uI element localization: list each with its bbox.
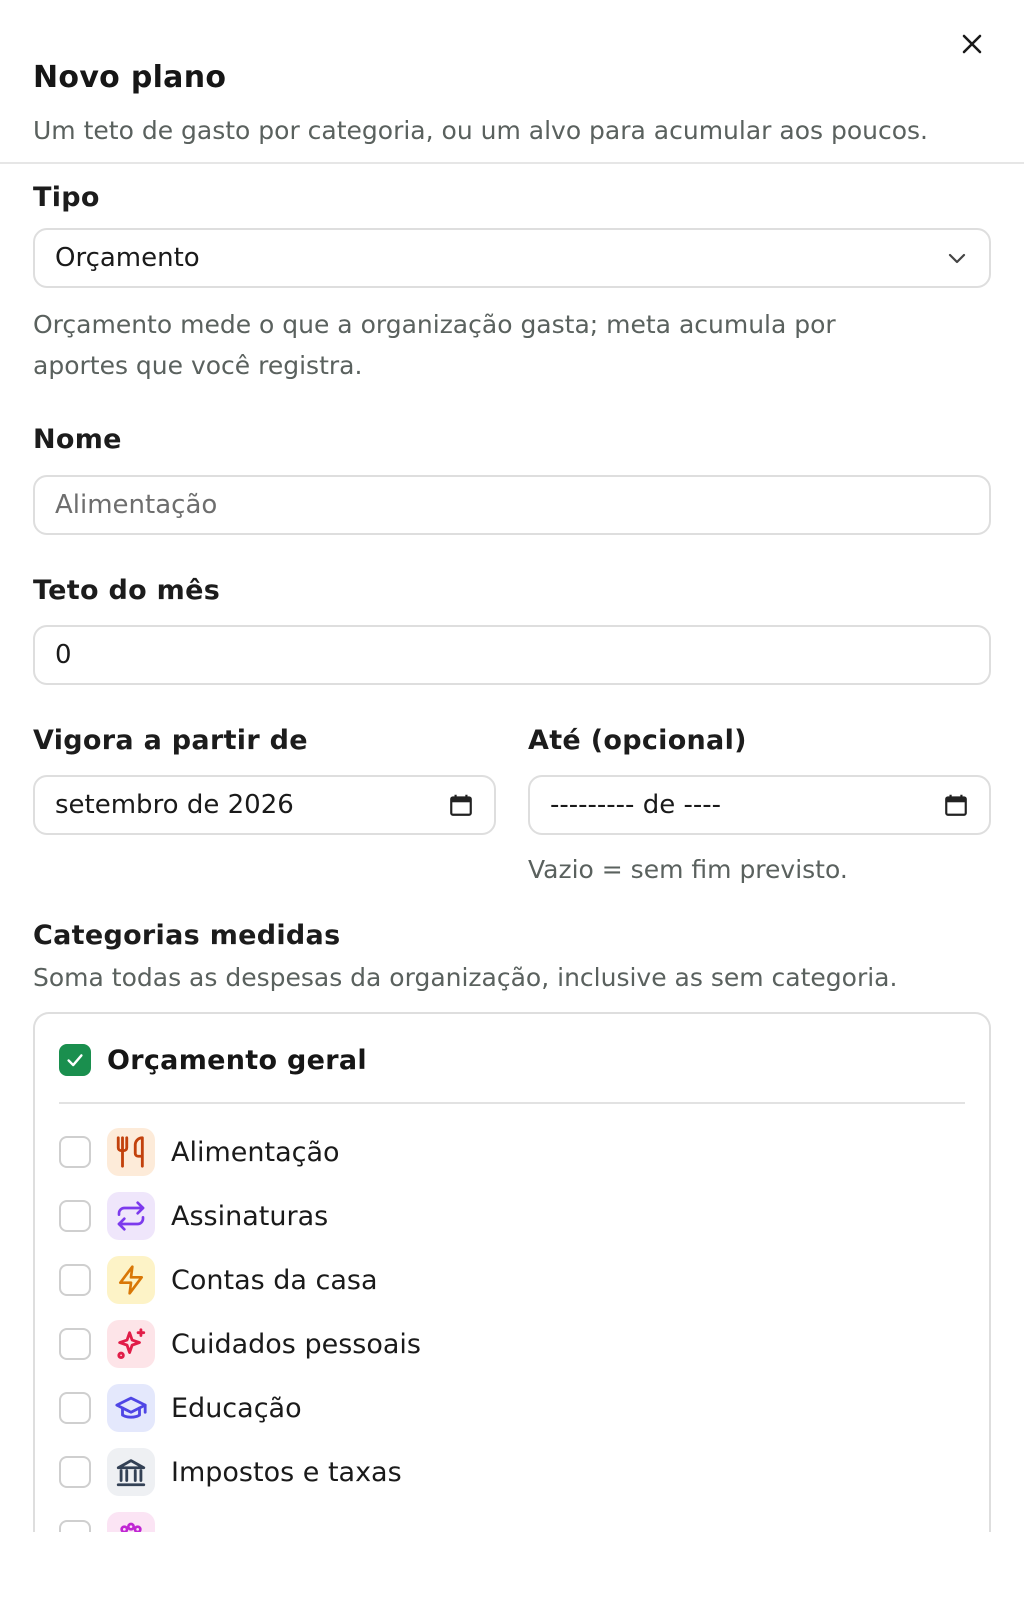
close-icon <box>962 34 982 54</box>
dialog-header: Novo plano Um teto de gasto por categori… <box>0 0 1024 164</box>
category-item-assinaturas[interactable]: Assinaturas <box>59 1184 965 1248</box>
vigora-value: setembro de 2026 <box>55 790 294 820</box>
category-label: Cuidados pessoais <box>171 1328 421 1360</box>
calendar-icon[interactable] <box>448 792 474 818</box>
paw-icon <box>107 1512 155 1532</box>
categories-box: Orçamento geral Alimentação Assinaturas … <box>33 1012 991 1532</box>
category-item-cuidados-pessoais[interactable]: Cuidados pessoais <box>59 1312 965 1376</box>
teto-value: 0 <box>55 640 72 670</box>
category-item-alimentacao[interactable]: Alimentação <box>59 1120 965 1184</box>
check-icon <box>67 1054 83 1067</box>
general-budget-label: Orçamento geral <box>107 1044 367 1076</box>
category-label: Assinaturas <box>171 1200 329 1232</box>
ate-month-input[interactable]: --------- de ---- <box>528 775 991 835</box>
category-item-impostos-e-taxas[interactable]: Impostos e taxas <box>59 1440 965 1504</box>
calendar-icon[interactable] <box>943 792 969 818</box>
category-label: Alimentação <box>171 1136 340 1168</box>
graduation-cap-icon <box>107 1384 155 1432</box>
category-checkbox[interactable] <box>59 1328 91 1360</box>
bank-icon <box>107 1448 155 1496</box>
ate-column: Até (opcional) --------- de ---- Vazio =… <box>528 725 991 890</box>
category-list: Alimentação Assinaturas Contas da casa C… <box>59 1120 965 1532</box>
category-checkbox[interactable] <box>59 1200 91 1232</box>
chevron-down-icon <box>948 253 966 264</box>
vigora-column: Vigora a partir de setembro de 2026 <box>33 725 496 890</box>
plan-form: Tipo Orçamento Orçamento mede o que a or… <box>0 182 1024 1532</box>
ate-help: Vazio = sem fim previsto. <box>528 855 848 884</box>
category-label: Contas da casa <box>171 1264 378 1296</box>
nome-label: Nome <box>33 424 122 455</box>
sparkles-icon <box>107 1320 155 1368</box>
category-item-educacao[interactable]: Educação <box>59 1376 965 1440</box>
category-checkbox[interactable] <box>59 1264 91 1296</box>
category-checkbox[interactable] <box>59 1136 91 1168</box>
tipo-help: Orçamento mede o que a organização gasta… <box>33 310 836 380</box>
category-label: Educação <box>171 1392 302 1424</box>
new-plan-dialog: Novo plano Um teto de gasto por categori… <box>0 0 1024 1620</box>
ate-value: --------- de ---- <box>550 790 721 820</box>
teto-input[interactable]: 0 <box>33 625 991 685</box>
tipo-select-value: Orçamento <box>55 243 200 273</box>
ate-label: Até (opcional) <box>528 725 747 756</box>
close-button[interactable] <box>954 26 990 62</box>
general-budget-checkbox[interactable] <box>59 1044 91 1076</box>
category-item-partial[interactable] <box>59 1504 965 1532</box>
nome-placeholder: Alimentação <box>55 490 218 520</box>
categorias-help: Soma todas as despesas da organização, i… <box>33 963 898 992</box>
lightning-icon <box>107 1256 155 1304</box>
tipo-label: Tipo <box>33 182 100 213</box>
repeat-icon <box>107 1192 155 1240</box>
category-checkbox[interactable] <box>59 1392 91 1424</box>
general-budget-option[interactable]: Orçamento geral <box>59 1038 965 1104</box>
tipo-select[interactable]: Orçamento <box>33 228 991 288</box>
category-checkbox[interactable] <box>59 1520 91 1532</box>
vigora-label: Vigora a partir de <box>33 725 308 756</box>
category-item-contas-da-casa[interactable]: Contas da casa <box>59 1248 965 1312</box>
category-checkbox[interactable] <box>59 1456 91 1488</box>
fork-knife-icon <box>107 1128 155 1176</box>
teto-label: Teto do mês <box>33 575 221 606</box>
dialog-title: Novo plano <box>33 60 227 95</box>
dialog-subtitle: Um teto de gasto por categoria, ou um al… <box>33 116 928 145</box>
vigora-month-input[interactable]: setembro de 2026 <box>33 775 496 835</box>
date-row: Vigora a partir de setembro de 2026 Até … <box>33 725 991 890</box>
category-label: Impostos e taxas <box>171 1456 402 1488</box>
categorias-label: Categorias medidas <box>33 920 341 951</box>
nome-input[interactable]: Alimentação <box>33 475 991 535</box>
